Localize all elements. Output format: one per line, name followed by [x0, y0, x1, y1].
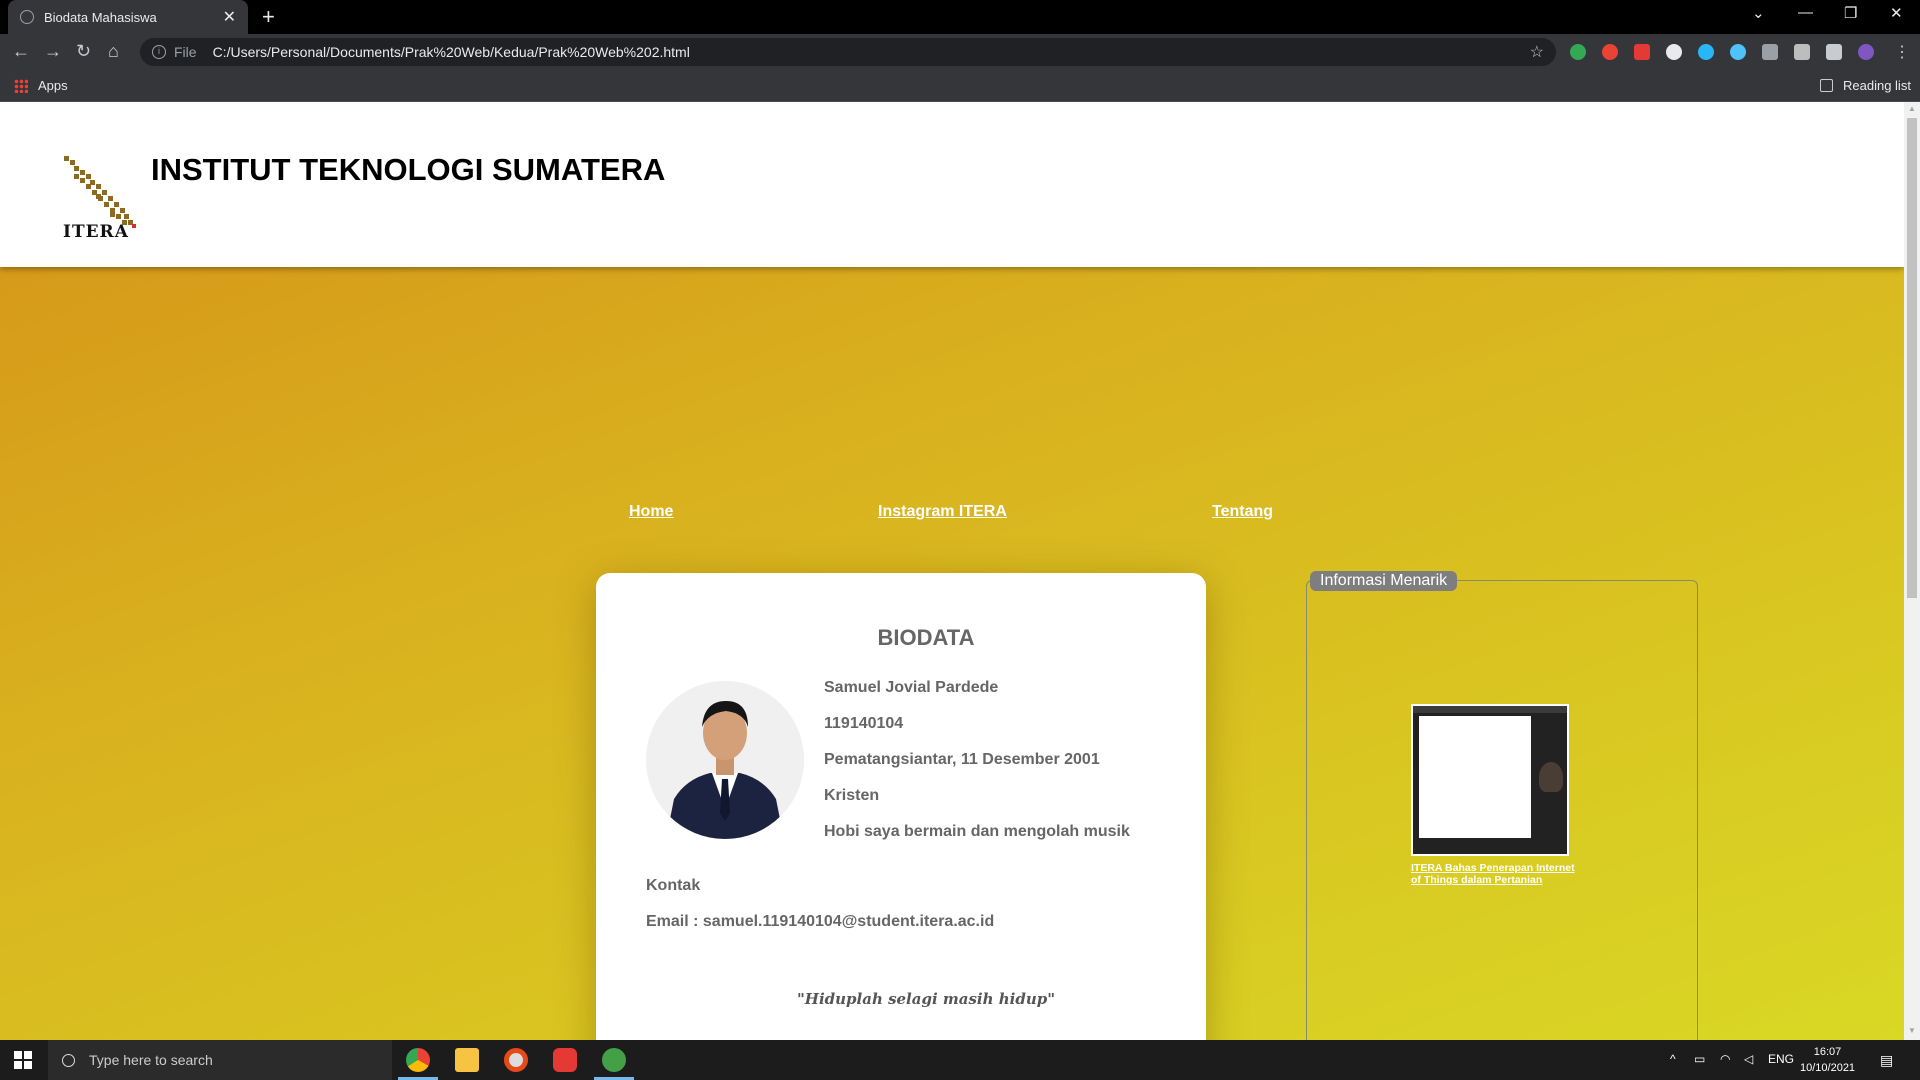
notifications-icon[interactable]: ▤	[1880, 1052, 1893, 1069]
profile-photo	[646, 681, 804, 839]
bio-birth: Pematangsiantar, 11 Desember 2001	[824, 751, 1100, 768]
windows-start-icon[interactable]	[14, 1051, 32, 1069]
scrollbar-thumb[interactable]	[1907, 118, 1917, 598]
camera-icon[interactable]	[1794, 44, 1810, 60]
logo-text: ITERA	[63, 222, 129, 242]
contact-email: Email : samuel.119140104@student.itera.a…	[646, 913, 995, 930]
person-portrait	[646, 681, 804, 839]
tab-search-icon[interactable]: ⌄	[1752, 4, 1765, 22]
contact-label: Kontak	[646, 877, 701, 894]
adblock-icon[interactable]	[1634, 44, 1650, 60]
bio-religion: Kristen	[824, 787, 880, 804]
menu-tentang-link[interactable]: Tentang	[1212, 503, 1273, 521]
bookmark-star-icon[interactable]: ☆	[1530, 42, 1544, 62]
globe-icon	[20, 10, 34, 24]
motto-quote: "Hiduplah selagi masih hidup"	[796, 990, 1056, 1008]
taskbar-clock[interactable]: 16:07 10/10/2021	[1800, 1044, 1855, 1076]
app-icon[interactable]	[602, 1048, 626, 1072]
taskbar-search[interactable]: Type here to search	[48, 1040, 392, 1080]
close-tab-icon[interactable]: ✕	[223, 7, 236, 27]
thumbnail-toolbar	[1413, 706, 1567, 713]
address-bar[interactable]: i File C:/Users/Personal/Documents/Prak%…	[140, 38, 1556, 66]
tab-title: Biodata Mahasiswa	[44, 9, 157, 25]
tab-strip: Biodata Mahasiswa ✕ + ⌄ — ❐ ✕	[0, 0, 1920, 34]
article-thumbnail[interactable]	[1411, 704, 1569, 856]
bio-name: Samuel Jovial Pardede	[824, 679, 999, 696]
extension-icon[interactable]	[1666, 44, 1682, 60]
forward-icon[interactable]: →	[44, 41, 62, 62]
chrome-icon[interactable]	[406, 1048, 430, 1072]
browser-tab[interactable]: Biodata Mahasiswa ✕	[8, 0, 248, 34]
scroll-down-icon[interactable]: ▼	[1908, 1026, 1916, 1035]
menu-kebab-icon[interactable]: ⋮	[1894, 42, 1910, 62]
info-icon[interactable]: i	[152, 45, 166, 59]
search-icon	[62, 1053, 75, 1067]
app-icon[interactable]	[553, 1048, 577, 1072]
biodata-heading: BIODATA	[877, 625, 975, 650]
clock-time: 16:07	[1813, 1046, 1842, 1058]
show-hidden-icons[interactable]: ^	[1670, 1052, 1676, 1066]
wifi-icon[interactable]: ◠	[1720, 1052, 1730, 1066]
reading-list-button[interactable]: Reading list	[1820, 78, 1911, 93]
info-legend: Informasi Menarik	[1310, 571, 1458, 591]
extension-icon[interactable]	[1730, 44, 1746, 60]
extension-icon[interactable]	[1602, 44, 1618, 60]
apps-grid-icon	[14, 78, 28, 93]
restore-icon[interactable]: ❐	[1844, 4, 1857, 22]
search-placeholder: Type here to search	[89, 1052, 213, 1068]
page-scrollbar[interactable]: ▲ ▼	[1904, 102, 1920, 1040]
article-link[interactable]: ITERA Bahas Penerapan Internet of Things…	[1411, 862, 1587, 886]
thumbnail-speaker	[1539, 762, 1563, 792]
back-icon[interactable]: ←	[12, 41, 30, 62]
puzzle-icon[interactable]	[1826, 44, 1842, 60]
file-scheme-label: File	[174, 44, 197, 60]
browser-toolbar: ← → ↻ ⌂ i File C:/Users/Personal/Documen…	[0, 34, 1920, 70]
menu-home-link[interactable]: Home	[629, 503, 673, 521]
scroll-up-icon[interactable]: ▲	[1908, 104, 1916, 113]
reading-list-label: Reading list	[1843, 78, 1911, 93]
apps-label: Apps	[38, 78, 68, 93]
profile-avatar[interactable]	[1858, 44, 1874, 60]
battery-icon[interactable]: ▭	[1694, 1052, 1705, 1066]
url-text[interactable]: C:/Users/Personal/Documents/Prak%20Web/K…	[213, 44, 690, 60]
biodata-card: BIODATA Samuel Jovial Pardede 119140104 …	[596, 573, 1206, 1040]
reload-icon[interactable]: ↻	[76, 41, 91, 62]
clock-date: 10/10/2021	[1800, 1062, 1856, 1074]
menu-instagram-link[interactable]: Instagram ITERA	[878, 503, 1007, 521]
apps-shortcut[interactable]: Apps	[14, 78, 68, 93]
home-icon[interactable]: ⌂	[108, 41, 119, 62]
extension-icon[interactable]	[1698, 44, 1714, 60]
bio-hobby: Hobi saya bermain dan mengolah musik	[824, 823, 1130, 840]
media-player-icon[interactable]	[504, 1048, 528, 1072]
page-viewport: ITERA INSTITUT TEKNOLOGI SUMATERA Home I…	[0, 102, 1904, 1040]
new-tab-button[interactable]: +	[262, 4, 275, 30]
window-close-icon[interactable]: ✕	[1890, 4, 1903, 22]
file-explorer-icon[interactable]	[455, 1048, 479, 1072]
thumbnail-slide	[1419, 716, 1531, 838]
bio-nim: 119140104	[824, 715, 904, 732]
language-indicator[interactable]: ENG	[1768, 1052, 1794, 1066]
shield-icon[interactable]	[1762, 44, 1778, 60]
minimize-icon[interactable]: —	[1798, 4, 1813, 21]
extension-icon[interactable]	[1570, 44, 1586, 60]
taskbar: Type here to search ^ ▭ ◠ ◁ ENG 16:07 10…	[0, 1040, 1920, 1080]
reading-list-icon	[1820, 79, 1833, 92]
bookmarks-bar: Apps Reading list	[0, 70, 1920, 102]
volume-icon[interactable]: ◁	[1744, 1052, 1753, 1066]
site-title: INSTITUT TEKNOLOGI SUMATERA	[151, 152, 666, 187]
site-header: ITERA INSTITUT TEKNOLOGI SUMATERA	[0, 102, 1904, 267]
